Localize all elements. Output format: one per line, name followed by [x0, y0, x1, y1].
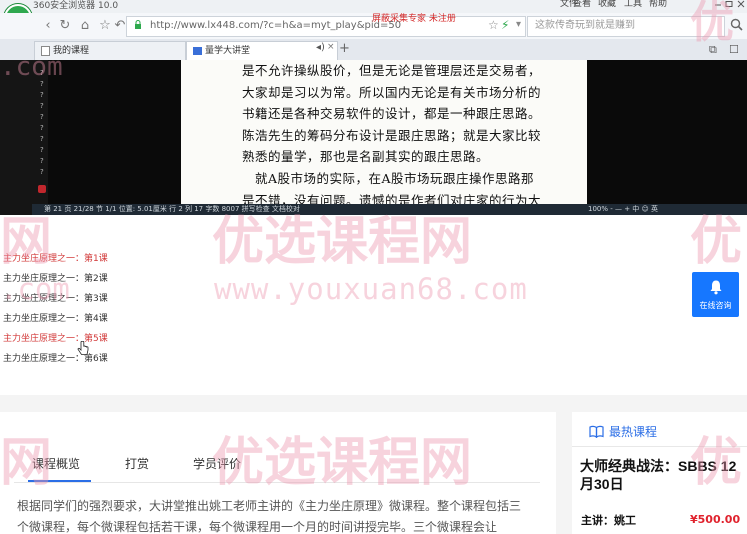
- chat-label: 在线咨询: [699, 301, 732, 310]
- lesson-item[interactable]: 主力坐庄原理之一：第1课: [3, 254, 108, 265]
- hot-course-price: ¥500.00: [690, 513, 741, 526]
- side-glyph: ?: [40, 135, 44, 143]
- doc-line: 大家却是习以为常。所以国内无论是有关市场分析的: [242, 84, 542, 100]
- lesson-number: 第3课: [84, 294, 108, 304]
- minimize-icon[interactable]: [713, 0, 723, 9]
- description-line: 个微课程，每个微课程包括若干课，每个微课程用一个月的时间讲授完毕。三个微课程会让: [17, 520, 498, 534]
- side-glyph: ?: [40, 124, 44, 132]
- lesson-prefix: 主力坐庄原理之一：: [3, 294, 85, 304]
- hand-cursor-icon: [77, 341, 89, 355]
- side-glyph: ?: [40, 102, 44, 110]
- tab-label: 量学大讲堂: [205, 46, 251, 56]
- lesson-prefix: 主力坐庄原理之一：: [3, 314, 85, 324]
- search-icon[interactable]: [729, 17, 744, 32]
- menu-favorites[interactable]: 收藏: [598, 0, 616, 9]
- maximize-icon[interactable]: [724, 0, 734, 9]
- lesson-item[interactable]: 主力坐庄原理之一：第4课: [3, 314, 108, 325]
- back-icon[interactable]: ‹: [40, 18, 56, 34]
- site-favicon-icon: [193, 46, 202, 55]
- tab-reviews[interactable]: 学员评价: [193, 456, 241, 472]
- side-glyph: ?: [40, 69, 44, 77]
- doc-line: 陈浩先生的筹码分布设计是跟庄思路；就是大家比较: [242, 127, 542, 143]
- doc-line: 是不允许操纵股价，但是无论是管理层还是交易者，: [242, 63, 542, 78]
- side-glyph: ?: [40, 146, 44, 154]
- hot-course-link[interactable]: 大师经典战法：SBBS 12月30日: [580, 457, 740, 493]
- new-tab-button[interactable]: +: [339, 41, 350, 57]
- lesson-prefix: 主力坐庄原理之一：: [3, 254, 85, 264]
- lesson-item[interactable]: 主力坐庄原理之一：第5课: [3, 334, 108, 345]
- tab-label: 我的课程: [53, 46, 90, 56]
- restore-tab-icon[interactable]: ⧉: [709, 43, 717, 57]
- lesson-panel: [0, 215, 747, 395]
- home-icon[interactable]: ⌂: [77, 18, 93, 34]
- side-glyph: ?: [40, 157, 44, 165]
- tab-my-courses[interactable]: 我的课程: [34, 41, 186, 61]
- favorite-star-icon[interactable]: ☆: [97, 18, 113, 34]
- description-line: 根据同学们的强烈要求，大讲堂推出姚工老师主讲的《主力坐庄原理》微课程。整个课程包…: [17, 499, 522, 513]
- close-tab-icon[interactable]: ×: [327, 42, 335, 52]
- lesson-number: 第1课: [84, 254, 108, 264]
- browser-name: 360安全浏览器 10.0: [33, 1, 119, 11]
- speaker-icon[interactable]: ◂): [316, 42, 325, 53]
- video-side-glyphs: ? ? ? ? ? ? ? ? ? ?: [40, 68, 48, 178]
- chevron-down-icon[interactable]: ▾: [516, 18, 521, 32]
- page-icon: [41, 45, 50, 56]
- side-glyph: ?: [40, 91, 44, 99]
- bell-icon: [710, 280, 722, 295]
- lesson-number: 第2课: [84, 274, 108, 284]
- doc-line: 熟悉的量学，那也是名副其实的跟庄思路。: [242, 149, 490, 165]
- speed-mode-icon[interactable]: ⚡: [501, 18, 509, 32]
- hot-course-teacher: 主讲：姚工: [581, 514, 636, 527]
- course-description: 根据同学们的强烈要求，大讲堂推出姚工老师主讲的《主力坐庄原理》微课程。整个课程包…: [17, 496, 542, 534]
- bookmark-star-icon[interactable]: ☆: [488, 18, 499, 32]
- menu-help[interactable]: 帮助: [649, 0, 667, 9]
- lesson-prefix: 主力坐庄原理之一：: [3, 334, 85, 344]
- zoom-controls: 100% - — + 中 ☺ 英: [588, 205, 659, 213]
- lesson-prefix: 主力坐庄原理之一：: [3, 274, 85, 284]
- hot-courses-title: 最热课程: [609, 425, 658, 439]
- tab-reward[interactable]: 打赏: [125, 456, 149, 472]
- lesson-item[interactable]: 主力坐庄原理之一：第2课: [3, 274, 108, 285]
- sidebar-toggle-icon[interactable]: ☐: [729, 43, 739, 56]
- document-text: 是不允许操纵股价，但是无论是管理层还是交易者， 大家却是习以为常。所以国内无论是…: [242, 60, 542, 211]
- side-glyph: ?: [40, 80, 44, 88]
- url-text[interactable]: http://www.lx448.com/?c=h&a=myt_play&pid…: [150, 19, 401, 32]
- search-placeholder: 这款传奇玩到就是赚到: [535, 20, 635, 31]
- ad-text: 屏蔽采集专家 未注册: [372, 14, 456, 24]
- tab-overview[interactable]: 课程概览: [32, 456, 80, 472]
- side-glyph: ?: [40, 113, 44, 121]
- book-icon: [589, 425, 604, 438]
- menu-tools[interactable]: 工具: [624, 0, 642, 9]
- refresh-icon[interactable]: ↻: [57, 18, 73, 34]
- menu-view[interactable]: 查看: [573, 0, 591, 9]
- app-icon: [38, 185, 46, 193]
- doc-line: 就A股市场的实际，在A股市场玩跟庄操作思路那: [242, 170, 535, 186]
- lesson-item[interactable]: 主力坐庄原理之一：第3课: [3, 294, 108, 305]
- lesson-prefix: 主力坐庄原理之一：: [3, 354, 85, 364]
- hot-divider: [572, 446, 747, 447]
- side-glyph: ?: [40, 168, 44, 176]
- lesson-number: 第4课: [84, 314, 108, 324]
- status-text: 第 21 页 21/28 节 1/1 位置: 5.01厘米 行 2 列 17 字…: [44, 205, 300, 213]
- lock-icon: [135, 20, 141, 29]
- lesson-item[interactable]: 主力坐庄原理之一：第6课: [3, 354, 108, 365]
- doc-line: 书籍还是各种交易软件的设计，都是一种跟庄思路。: [242, 106, 542, 122]
- tab-divider: [14, 482, 540, 483]
- active-tab-underline: [28, 480, 91, 482]
- close-window-icon[interactable]: [736, 0, 746, 9]
